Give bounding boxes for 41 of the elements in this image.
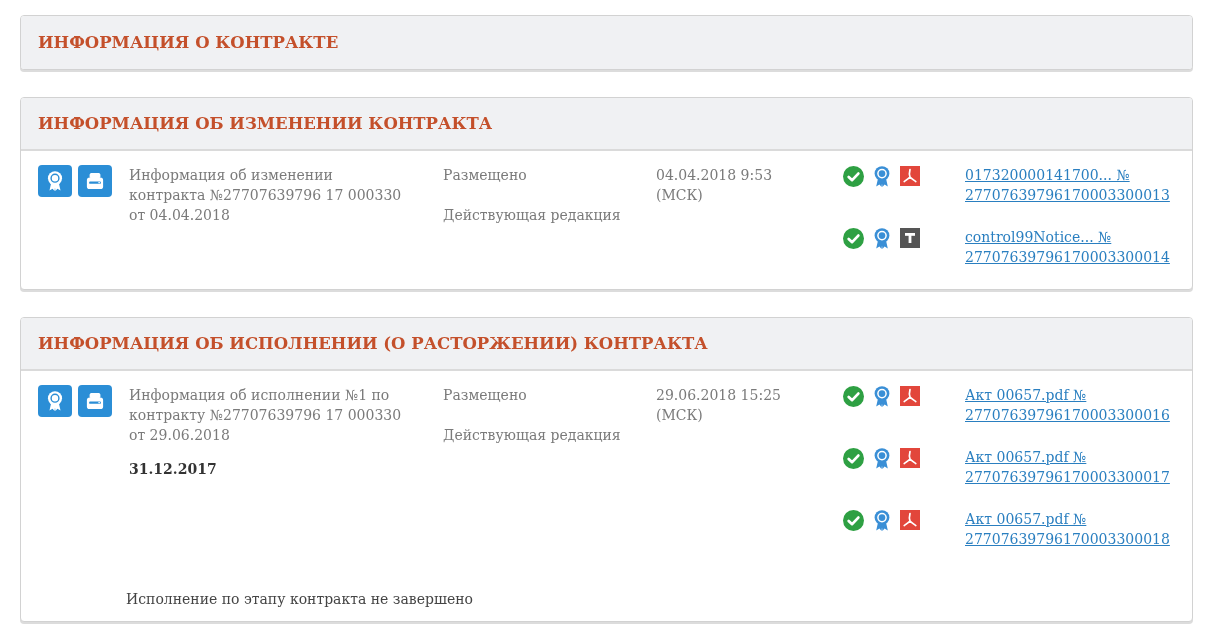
stage-date: 31.12.2017 bbox=[129, 460, 217, 479]
pdf-file-icon bbox=[900, 386, 920, 406]
section-title: ИНФОРМАЦИЯ ОБ ИСПОЛНЕНИИ (О РАСТОРЖЕНИИ) КОНТРАКТА bbox=[38, 332, 708, 355]
rosette-icon bbox=[874, 227, 890, 249]
edition-text: Действующая редакция bbox=[443, 206, 621, 225]
check-circle-icon bbox=[843, 165, 864, 187]
published-date: 29.06.2018 15:25 (МСК) bbox=[656, 386, 782, 425]
record-description: Информация об исполнении №1 по контракту №27707639796 17 000330 от 29.06.2018 bbox=[129, 386, 403, 445]
rosette-icon bbox=[874, 509, 890, 531]
section-title: ИНФОРМАЦИЯ О КОНТРАКТЕ bbox=[38, 31, 339, 54]
award-button[interactable] bbox=[38, 385, 72, 417]
file-link[interactable]: control99Notice... № 27707639796170003300014 bbox=[965, 227, 1177, 267]
award-button[interactable] bbox=[38, 165, 72, 197]
rosette-icon bbox=[874, 385, 890, 407]
text-file-icon bbox=[900, 228, 920, 248]
status-text: Размещено bbox=[443, 166, 527, 185]
printer-icon bbox=[86, 171, 104, 191]
check-circle-icon bbox=[843, 509, 864, 531]
print-button[interactable] bbox=[78, 385, 112, 417]
printer-icon bbox=[86, 391, 104, 411]
status-text: Размещено bbox=[443, 386, 527, 405]
rosette-icon bbox=[874, 165, 890, 187]
rosette-icon bbox=[874, 447, 890, 469]
record-description: Информация об изменении контракта №27707639796 17 000330 от 04.04.2018 bbox=[129, 166, 403, 225]
pdf-file-icon bbox=[900, 510, 920, 530]
section-title: ИНФОРМАЦИЯ ОБ ИЗМЕНЕНИИ КОНТРАКТА bbox=[38, 112, 493, 135]
check-circle-icon bbox=[843, 385, 864, 407]
edition-text: Действующая редакция bbox=[443, 426, 621, 445]
pdf-file-icon bbox=[900, 448, 920, 468]
check-circle-icon bbox=[843, 227, 864, 249]
file-link[interactable]: 017320000141700... № 27707639796170003300013 bbox=[965, 165, 1177, 205]
file-link[interactable]: Акт 00657.pdf № 27707639796170003300018 bbox=[965, 509, 1177, 549]
check-circle-icon bbox=[843, 447, 864, 469]
file-link[interactable]: Акт 00657.pdf № 27707639796170003300017 bbox=[965, 447, 1177, 487]
file-link[interactable]: Акт 00657.pdf № 27707639796170003300016 bbox=[965, 385, 1177, 425]
stage-note: Исполнение по этапу контракта не завершено bbox=[126, 590, 473, 609]
rosette-icon bbox=[46, 171, 64, 191]
published-date: 04.04.2018 9:53 (МСК) bbox=[656, 166, 774, 205]
pdf-file-icon bbox=[900, 166, 920, 186]
print-button[interactable] bbox=[78, 165, 112, 197]
rosette-icon bbox=[46, 391, 64, 411]
